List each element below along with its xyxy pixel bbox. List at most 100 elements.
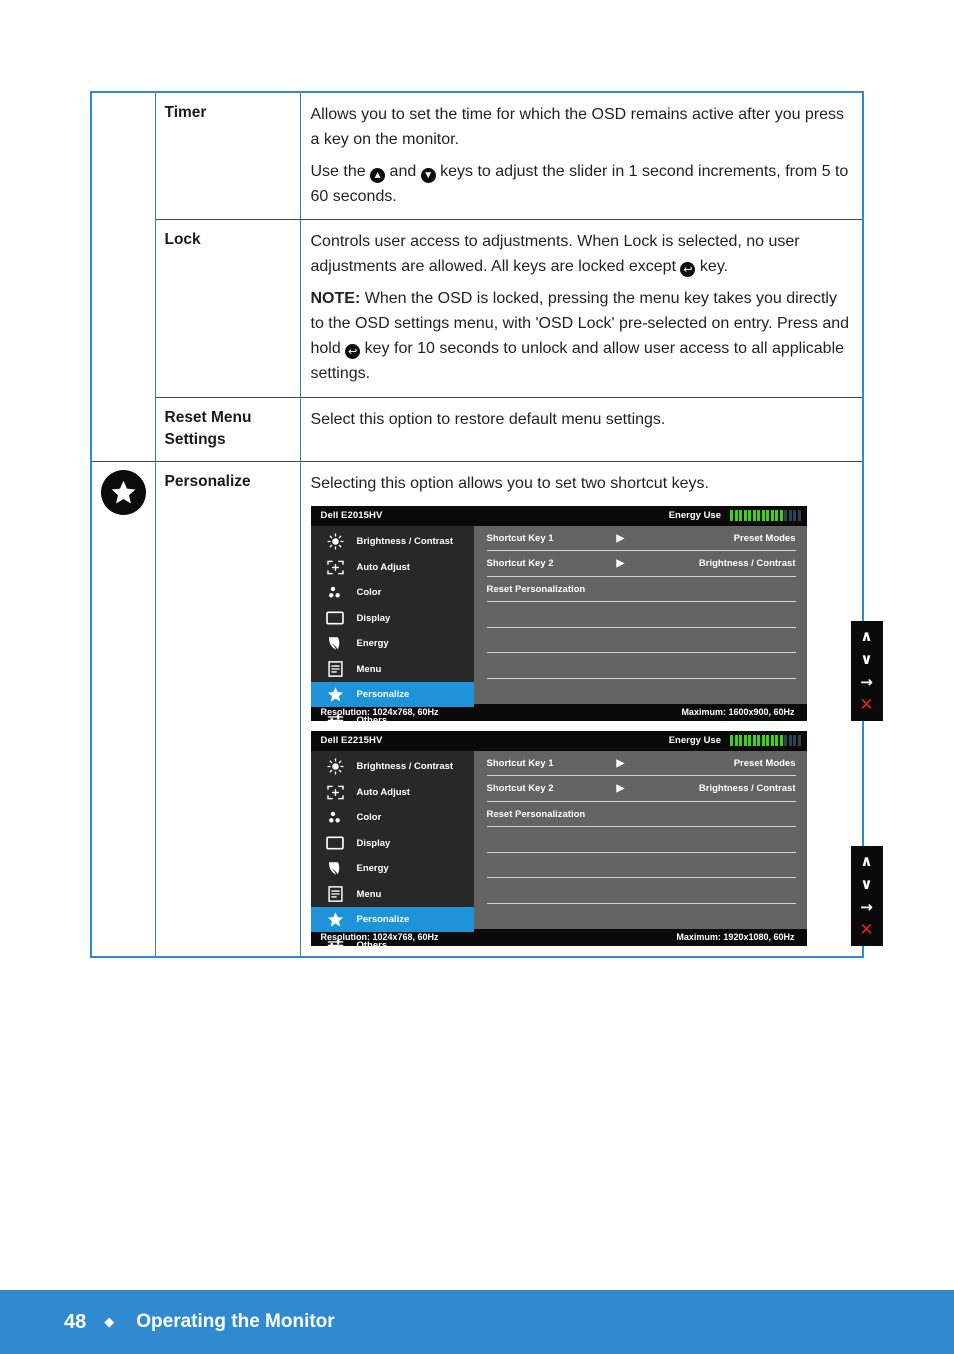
enter-key-button[interactable]: →	[851, 671, 883, 694]
osd-empty-row	[486, 827, 796, 853]
table-row-timer: Timer Allows you to set the time for whi…	[91, 91, 863, 462]
energy-bar-segment-on	[743, 735, 747, 747]
osd-sidebar: Brightness / Contrast Auto Adjust Color Dis…	[310, 525, 474, 727]
energy-bar-segment-on	[770, 510, 774, 522]
osd-menu-item-menu[interactable]: Menu	[311, 881, 474, 907]
osd-menu-item-brightness-contrast[interactable]: Brightness / Contrast	[311, 754, 474, 780]
timer-description-line2: Use the ▲ and ▼ keys to adjust the slide…	[311, 159, 851, 210]
menu-icon	[325, 885, 346, 903]
osd-setting-row[interactable]: Shortcut Key 2 ▶ Brightness / Contrast	[486, 551, 796, 577]
osd-menu-item-energy[interactable]: Energy	[311, 631, 474, 657]
energy-bar-segment-on	[779, 510, 783, 522]
energy-bar-segment-off	[788, 735, 792, 747]
page-footer: 48 ◆ Operating the Monitor	[0, 1290, 954, 1354]
up-key-button[interactable]: ∧	[851, 850, 883, 873]
osd-content: Shortcut Key 1 ▶ Preset Modes Shortcut Key …	[473, 525, 807, 704]
note-label: NOTE:	[310, 289, 361, 307]
osd-model-name: Dell E2015HV	[320, 510, 383, 522]
auto-adjust-icon	[325, 783, 346, 801]
osd-menu-item-color[interactable]: Color	[311, 580, 474, 606]
osd-menu-item-menu[interactable]: Menu	[311, 656, 474, 682]
osd-setting-row[interactable]: Reset Personalization	[486, 802, 796, 828]
star-icon	[325, 911, 346, 929]
energy-bar-segment-on	[734, 510, 738, 522]
osd-menu-item-label: Energy	[356, 863, 389, 875]
osd-menu-item-display[interactable]: Display	[311, 830, 474, 856]
osd-setting-value: Brightness / Contrast	[698, 783, 796, 795]
menu-icon	[325, 660, 346, 678]
osd-menu-item-energy[interactable]: Energy	[311, 856, 474, 882]
osd-window: Dell E2215HV Energy Use Brightness / Con…	[310, 730, 807, 952]
energy-use-indicator: Energy Use	[669, 735, 801, 747]
feature-label-cell: Lock	[154, 219, 301, 398]
feature-label-cell: Personalize	[154, 460, 301, 957]
osd-menu-item-label: Menu	[356, 663, 382, 675]
osd-menu-item-label: Brightness / Contrast	[356, 536, 454, 548]
energy-bar-segment-on	[739, 735, 742, 747]
exit-key-button[interactable]: ✕	[851, 919, 883, 942]
energy-bar-segment-on	[775, 510, 778, 522]
osd-screenshot-e2015hv: Dell E2015HV Energy Use Brightness / Con…	[310, 505, 883, 727]
energy-bar-segment-on	[766, 510, 769, 522]
osd-empty-row	[486, 628, 796, 654]
osd-menu-item-personalize[interactable]: Personalize	[310, 906, 474, 933]
osd-menu-item-auto-adjust[interactable]: Auto Adjust	[311, 554, 474, 580]
page-number: 48	[64, 1310, 87, 1333]
osd-maximum-resolution: Maximum: 1920x1080, 60Hz	[676, 932, 795, 943]
osd-menu-item-label: Color	[356, 587, 382, 599]
osd-setting-row[interactable]: Shortcut Key 1 ▶ Preset Modes	[486, 751, 796, 777]
monitor-key-strip[interactable]: ∧ ∨ → ✕	[850, 620, 883, 721]
osd-body: Brightness / Contrast Auto Adjust Color Dis…	[310, 525, 807, 727]
osd-menu-item-brightness-contrast[interactable]: Brightness / Contrast	[311, 529, 474, 555]
color-icon	[325, 809, 346, 827]
osd-setting-value: Brightness / Contrast	[698, 558, 796, 570]
energy-bar-segment-on	[734, 735, 738, 747]
osd-menu-item-color[interactable]: Color	[311, 805, 474, 831]
osd-menu-item-display[interactable]: Display	[311, 605, 474, 631]
osd-menu-item-label: Menu	[356, 888, 382, 900]
osd-screenshot-e2215hv: Dell E2215HV Energy Use Brightness / Con…	[310, 730, 883, 952]
osd-title-bar: Dell E2215HV Energy Use	[310, 730, 807, 751]
lock-text-post: key.	[695, 258, 729, 276]
energy-bar-segment-on	[761, 735, 765, 747]
brightness-icon	[325, 758, 346, 776]
energy-bar-segment-on	[748, 735, 751, 747]
osd-setting-row[interactable]: Shortcut Key 2 ▶ Brightness / Contrast	[486, 776, 796, 802]
osd-setting-label: Shortcut Key 2	[486, 783, 554, 795]
enter-key-button[interactable]: →	[851, 896, 883, 919]
up-key-button[interactable]: ∧	[851, 625, 883, 648]
energy-use-bar	[730, 510, 801, 522]
osd-setting-value: Preset Modes	[733, 757, 796, 769]
osd-empty-row	[486, 653, 796, 679]
osd-maximum-resolution: Maximum: 1600x900, 60Hz	[681, 707, 795, 718]
personalize-description: Selecting this option allows you to set …	[310, 474, 709, 492]
osd-setting-row[interactable]: Reset Personalization	[486, 577, 796, 603]
color-icon	[325, 584, 346, 602]
energy-bar-segment-on	[730, 735, 733, 747]
energy-bar-segment-on	[752, 510, 756, 522]
osd-empty-row	[487, 904, 796, 930]
osd-menu-item-label: Personalize	[356, 689, 410, 701]
lock-description-line1: Controls user access to adjustments. Whe…	[311, 229, 851, 280]
osd-title-bar: Dell E2015HV Energy Use	[310, 505, 807, 526]
diamond-icon: ◆	[104, 1314, 115, 1329]
energy-bar-segment-on	[739, 510, 742, 522]
osd-menu-item-personalize[interactable]: Personalize	[310, 681, 474, 708]
exit-key-button[interactable]: ✕	[851, 694, 883, 717]
table-row-reset-menu-settings: Reset Menu Settings Select this option t…	[91, 396, 863, 462]
energy-bar-segment-on	[757, 510, 760, 522]
osd-sidebar: Brightness / Contrast Auto Adjust Color Dis…	[310, 750, 474, 952]
down-key-button[interactable]: ∨	[851, 648, 883, 671]
table-row-lock: Lock Controls user access to adjustments…	[91, 219, 863, 398]
osd-menu-item-label: Display	[356, 612, 391, 624]
energy-leaf-icon	[325, 860, 346, 878]
submenu-arrow-icon: ▶	[616, 532, 625, 544]
osd-empty-row	[486, 602, 796, 628]
feature-label-cell: Timer	[154, 91, 301, 221]
osd-setting-row[interactable]: Shortcut Key 1 ▶ Preset Modes	[486, 526, 796, 552]
monitor-key-strip[interactable]: ∧ ∨ → ✕	[850, 845, 883, 946]
osd-menu-item-auto-adjust[interactable]: Auto Adjust	[311, 779, 474, 805]
energy-bar-segment-on	[770, 735, 774, 747]
energy-bar-segment-on	[743, 510, 747, 522]
down-key-button[interactable]: ∨	[851, 873, 883, 896]
